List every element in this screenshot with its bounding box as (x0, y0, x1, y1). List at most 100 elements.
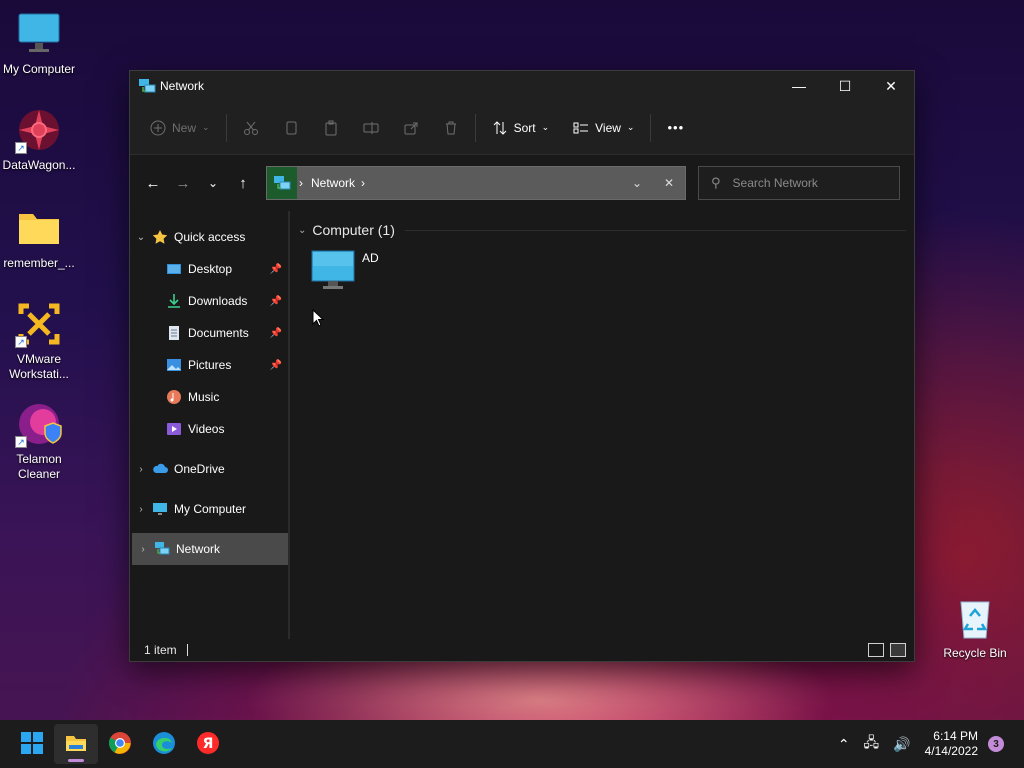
chevron-down-icon: ⌄ (207, 176, 219, 190)
pin-icon[interactable]: 📌 (270, 296, 282, 307)
navigation-bar: ← → ⌄ ↑ › Network › ⌄ ✕ ⚲ Search Network (130, 155, 914, 211)
more-options-button[interactable]: ••• (655, 112, 696, 144)
clear-address-icon[interactable]: ✕ (653, 176, 685, 190)
large-icons-view-button[interactable] (890, 643, 906, 657)
desktop-icon-datawagon[interactable]: ↗ DataWagon... (0, 106, 78, 173)
plus-circle-icon (150, 120, 166, 136)
share-button[interactable] (391, 112, 431, 144)
chevron-right-icon[interactable]: › (132, 544, 154, 555)
chevron-right-icon[interactable]: › (130, 464, 152, 475)
computer-icon (310, 249, 356, 291)
file-explorer-icon (64, 731, 88, 758)
start-button[interactable] (10, 724, 54, 764)
pin-icon[interactable]: 📌 (270, 328, 282, 339)
taskbar-yandex[interactable]: Я (186, 724, 230, 764)
title-bar[interactable]: Network — ☐ ✕ (130, 71, 914, 101)
status-bar: 1 item (130, 639, 914, 661)
taskbar-edge[interactable] (142, 724, 186, 764)
group-title: Computer (1) (312, 222, 395, 238)
show-hidden-icons-chevron-icon[interactable]: ⌃ (838, 736, 850, 753)
address-history-chevron-icon[interactable]: ⌄ (621, 176, 653, 190)
sidebar-item-label: Music (188, 390, 220, 404)
sidebar-item-quick-access[interactable]: ⌄ Quick access (130, 221, 290, 253)
up-button[interactable]: ↑ (228, 168, 258, 198)
breadcrumb-chevron-icon[interactable]: › (361, 176, 365, 190)
videos-icon (166, 421, 182, 437)
desktop-icon-telamon[interactable]: ↗ Telamon Cleaner (0, 400, 78, 482)
network-icon (267, 167, 297, 199)
delete-button[interactable] (431, 112, 471, 144)
monitor-icon (152, 501, 168, 517)
breadcrumb-item-network[interactable]: Network (311, 176, 355, 190)
telamon-cleaner-icon: ↗ (15, 400, 63, 448)
paste-button[interactable] (311, 112, 351, 144)
desktop-icon-remember[interactable]: remember_... (0, 204, 78, 271)
share-icon (403, 120, 419, 136)
sidebar-item-desktop[interactable]: Desktop 📌 (130, 253, 290, 285)
sidebar-item-music[interactable]: Music (130, 381, 290, 413)
sort-button[interactable]: Sort ⌄ (480, 112, 562, 144)
sidebar-item-label: Desktop (188, 262, 233, 276)
yandex-icon: Я (196, 731, 220, 758)
close-button[interactable]: ✕ (868, 71, 914, 101)
network-status-icon[interactable]: 🖧 (864, 732, 880, 756)
documents-icon (166, 325, 182, 341)
sidebar-item-label: My Computer (174, 502, 247, 516)
volume-icon[interactable]: 🔊 (893, 736, 910, 753)
taskbar-chrome[interactable] (98, 724, 142, 764)
monitor-icon (15, 10, 63, 58)
content-pane[interactable]: ⌄ Computer (1) AD (290, 211, 914, 639)
sidebar-item-documents[interactable]: Documents 📌 (130, 317, 290, 349)
chevron-down-icon[interactable]: ⌄ (298, 225, 306, 236)
sidebar-item-network[interactable]: › Network (132, 533, 288, 565)
scissors-icon (243, 120, 259, 136)
desktop-icon-vmware[interactable]: ↗ VMware Workstati... (0, 300, 78, 382)
chrome-icon (108, 731, 132, 758)
sidebar-item-downloads[interactable]: Downloads 📌 (130, 285, 290, 317)
forward-button[interactable]: → (168, 168, 198, 198)
recent-locations-button[interactable]: ⌄ (198, 168, 228, 198)
group-header[interactable]: ⌄ Computer (1) (298, 213, 914, 247)
search-icon: ⚲ (711, 175, 721, 190)
status-divider (186, 644, 188, 656)
sidebar-item-label: Quick access (174, 230, 246, 244)
sidebar-item-my-computer[interactable]: › My Computer (130, 493, 290, 525)
maximize-button[interactable]: ☐ (822, 71, 868, 101)
chevron-down-icon[interactable]: ⌄ (130, 232, 152, 243)
minimize-button[interactable]: — (776, 71, 822, 101)
desktop-icon-recycle-bin[interactable]: Recycle Bin (936, 594, 1014, 661)
sidebar-item-onedrive[interactable]: › OneDrive (130, 453, 290, 485)
notification-badge[interactable]: 3 (988, 736, 1004, 752)
sidebar-item-pictures[interactable]: Pictures 📌 (130, 349, 290, 381)
pin-icon[interactable]: 📌 (270, 360, 282, 371)
rename-button[interactable] (351, 112, 391, 144)
chevron-right-icon[interactable]: › (130, 504, 152, 515)
search-box[interactable]: ⚲ Search Network (698, 166, 900, 200)
separator (474, 113, 476, 142)
clock[interactable]: 6:14 PM 4/14/2022 (925, 729, 978, 759)
start-icon (20, 731, 44, 758)
taskbar: Я ⌃ 🖧 🔊 6:14 PM 4/14/2022 3 (0, 720, 1024, 768)
new-label: New (172, 120, 197, 135)
sidebar-item-videos[interactable]: Videos (130, 413, 290, 445)
command-bar: New ⌄ Sort ⌄ View ⌄ ••• (130, 101, 914, 155)
taskbar-file-explorer[interactable] (54, 724, 98, 764)
edge-icon (152, 731, 176, 758)
new-button[interactable]: New ⌄ (138, 112, 222, 144)
file-explorer-window: Network — ☐ ✕ New ⌄ Sort ⌄ View ⌄ ••• ← … (129, 70, 915, 662)
pictures-icon (166, 357, 182, 373)
copy-button[interactable] (271, 112, 311, 144)
desktop-icon-my-computer[interactable]: My Computer (0, 10, 78, 77)
back-button[interactable]: ← (138, 168, 168, 198)
sort-icon (492, 120, 508, 136)
address-bar[interactable]: › Network › ⌄ ✕ (266, 166, 686, 200)
clock-date: 4/14/2022 (924, 744, 978, 758)
network-icon (138, 77, 156, 95)
cut-button[interactable] (231, 112, 271, 144)
file-item[interactable]: AD (310, 249, 379, 291)
desktop-icon-label: Telamon Cleaner (16, 452, 62, 481)
details-view-button[interactable] (868, 643, 884, 657)
pin-icon[interactable]: 📌 (270, 264, 282, 275)
view-button[interactable]: View ⌄ (561, 112, 646, 144)
network-icon (154, 541, 170, 557)
